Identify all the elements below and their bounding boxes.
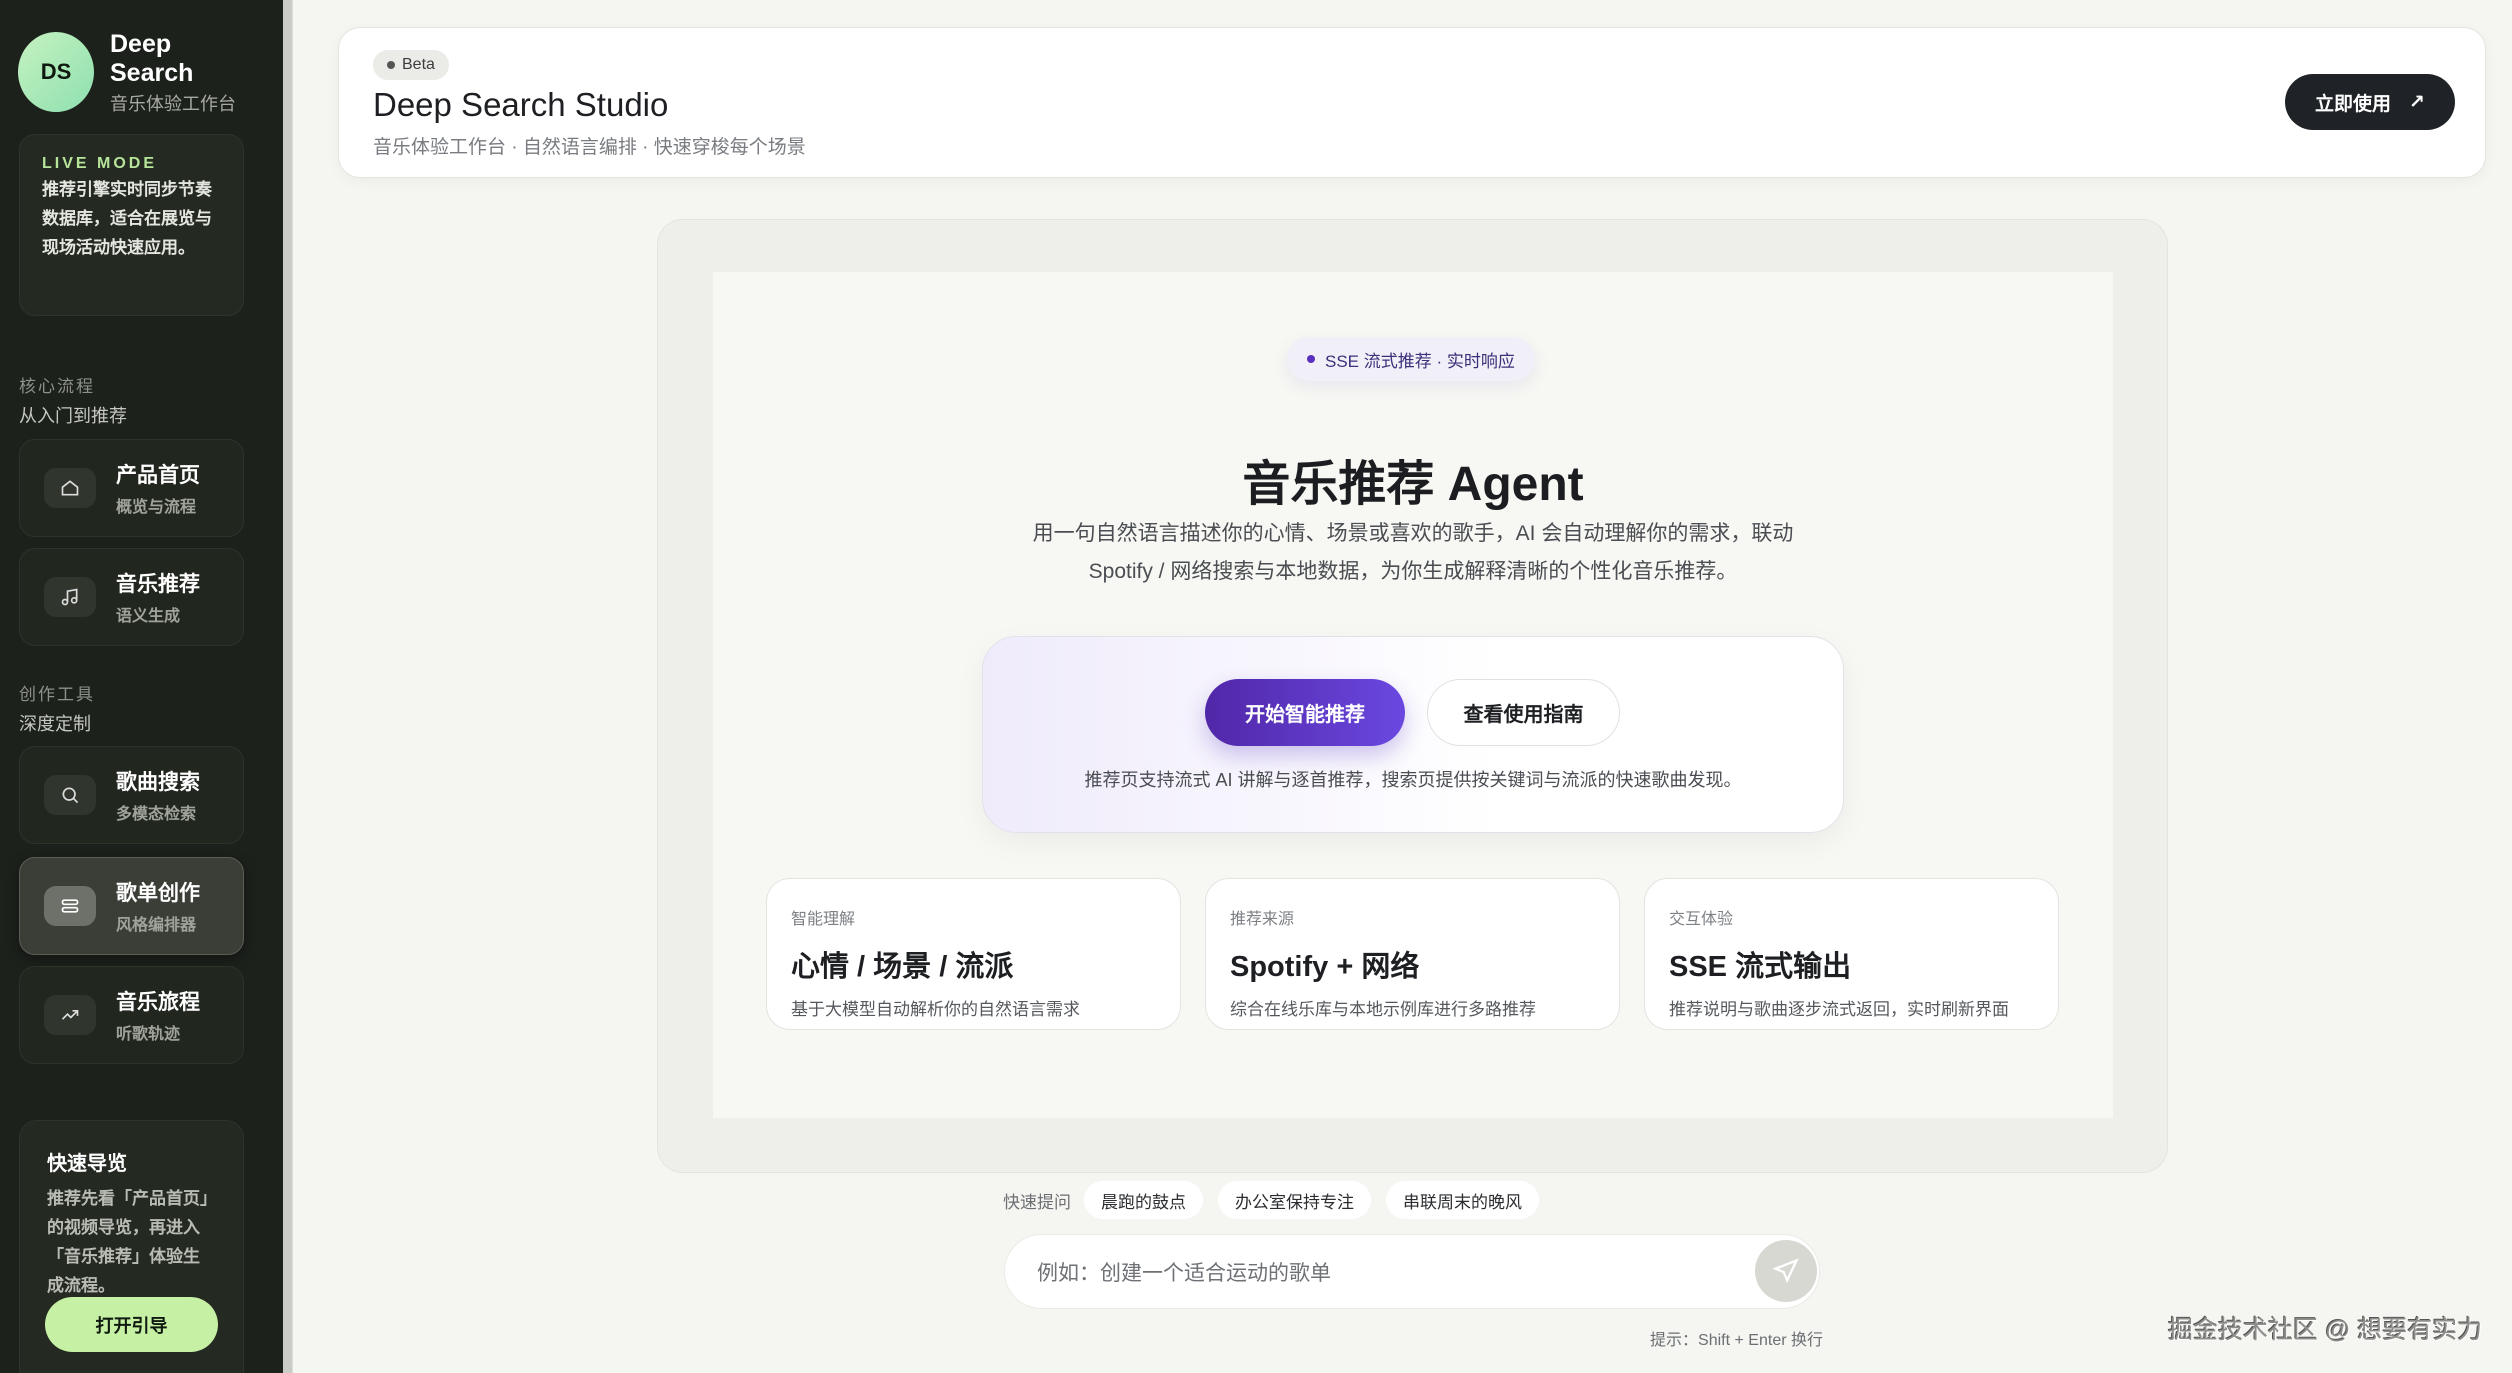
quick-prompt-chip[interactable]: 晨跑的鼓点 [1084, 1181, 1203, 1219]
send-icon [1772, 1257, 1800, 1285]
feature-kicker: 智能理解 [791, 905, 1156, 929]
quick-prompts-label: 快速提问 [1003, 1188, 1071, 1213]
arrow-up-right-icon: ↗ [2409, 91, 2425, 114]
guide-desc: 推荐先看「产品首页」的视频导览，再进入「音乐推荐」体验生成流程。 [47, 1184, 216, 1300]
sidebar-item-journey[interactable]: 音乐旅程听歌轨迹 [19, 966, 244, 1064]
logo-avatar: DS [18, 32, 94, 112]
sse-label: SSE 流式推荐 · 实时响应 [1325, 347, 1515, 372]
nav-sub: 语义生成 [116, 602, 200, 626]
feature-kicker: 交互体验 [1669, 905, 2034, 929]
feature-title: Spotify + 网络 [1230, 943, 1595, 985]
feature-card: 智能理解 心情 / 场景 / 流派 基于大模型自动解析你的自然语言需求 [766, 878, 1181, 1030]
nav-label: 音乐推荐 [116, 568, 200, 598]
sidebar-item-search[interactable]: 歌曲搜索多模态检索 [19, 746, 244, 844]
nav-sub: 多模态检索 [116, 800, 200, 824]
feature-desc: 综合在线乐库与本地示例库进行多路推荐 [1230, 995, 1595, 1020]
hero-desc: 用一句自然语言描述你的心情、场景或喜欢的歌手，AI 会自动理解你的需求，联动 S… [1010, 515, 1816, 591]
open-guide-button[interactable]: 打开引导 [45, 1297, 218, 1352]
input-hint: 提示：Shift + Enter 换行 [1560, 1326, 1823, 1350]
quick-prompt-chip[interactable]: 串联周末的晚风 [1386, 1181, 1539, 1219]
brand-subtitle: 音乐体验工作台 [110, 90, 236, 116]
hero-title: 音乐推荐 Agent [713, 444, 2113, 514]
sidebar-scrollbar[interactable] [283, 0, 293, 1373]
search-icon [44, 775, 96, 815]
section-title-tools: 创作工具 [19, 680, 95, 705]
home-icon [44, 468, 96, 508]
feature-card: 交互体验 SSE 流式输出 推荐说明与歌曲逐步流式返回，实时刷新界面 [1644, 878, 2059, 1030]
live-mode-desc: 推荐引擎实时同步节奏数据库，适合在展览与现场活动快速应用。 [42, 175, 221, 262]
sidebar-item-home[interactable]: 产品首页概览与流程 [19, 439, 244, 537]
sse-badge: SSE 流式推荐 · 实时响应 [1287, 337, 1535, 381]
dot-icon [1307, 355, 1315, 363]
nav-label: 歌曲搜索 [116, 766, 200, 796]
nav-sub: 风格编排器 [116, 911, 200, 935]
feature-card: 推荐来源 Spotify + 网络 综合在线乐库与本地示例库进行多路推荐 [1205, 878, 1620, 1030]
feature-desc: 推荐说明与歌曲逐步流式返回，实时刷新界面 [1669, 995, 2034, 1020]
use-now-label: 立即使用 [2315, 89, 2391, 116]
cta-help-text: 推荐页支持流式 AI 讲解与逐首推荐，搜索页提供按关键词与流派的快速歌曲发现。 [982, 766, 1844, 792]
nav-sub: 听歌轨迹 [116, 1020, 200, 1044]
live-mode-title: LIVE MODE [42, 155, 221, 173]
playlist-icon [44, 886, 96, 926]
feature-title: 心情 / 场景 / 流派 [791, 943, 1156, 985]
section-sub-tools: 深度定制 [19, 710, 91, 736]
music-note-icon [44, 577, 96, 617]
header-card: Beta Deep Search Studio 音乐体验工作台 · 自然语言编排… [338, 27, 2486, 178]
use-now-button[interactable]: 立即使用 ↗ [2285, 74, 2455, 130]
start-recommend-button[interactable]: 开始智能推荐 [1205, 679, 1405, 746]
beta-label: Beta [402, 56, 435, 74]
trending-icon [44, 995, 96, 1035]
cta-card [982, 636, 1844, 833]
guide-title: 快速导览 [47, 1147, 216, 1176]
view-guide-button[interactable]: 查看使用指南 [1427, 679, 1620, 746]
section-title-core: 核心流程 [19, 372, 95, 397]
nav-label: 音乐旅程 [116, 986, 200, 1016]
feature-title: SSE 流式输出 [1669, 943, 2034, 985]
nav-label: 歌单创作 [116, 877, 200, 907]
page-title: Deep Search Studio [373, 86, 668, 124]
send-button[interactable] [1755, 1240, 1817, 1302]
quick-prompt-chip[interactable]: 办公室保持专注 [1218, 1181, 1371, 1219]
brand-name: Deep Search [110, 30, 260, 88]
sidebar-item-playlist[interactable]: 歌单创作风格编排器 [19, 857, 244, 955]
nav-label: 产品首页 [116, 459, 200, 489]
beta-badge: Beta [373, 50, 449, 80]
live-mode-card: LIVE MODE 推荐引擎实时同步节奏数据库，适合在展览与现场活动快速应用。 [19, 134, 244, 316]
feature-desc: 基于大模型自动解析你的自然语言需求 [791, 995, 1156, 1020]
section-sub-core: 从入门到推荐 [19, 402, 127, 428]
watermark: 掘金技术社区 @ 想要有实力 [2168, 1310, 2482, 1346]
feature-kicker: 推荐来源 [1230, 905, 1595, 929]
sidebar-item-recommend[interactable]: 音乐推荐语义生成 [19, 548, 244, 646]
nav-sub: 概览与流程 [116, 493, 200, 517]
prompt-input[interactable]: 例如：创建一个适合运动的歌单 [1004, 1234, 1820, 1309]
dot-icon [387, 61, 395, 69]
page-subtitle: 音乐体验工作台 · 自然语言编排 · 快速穿梭每个场景 [373, 132, 806, 159]
